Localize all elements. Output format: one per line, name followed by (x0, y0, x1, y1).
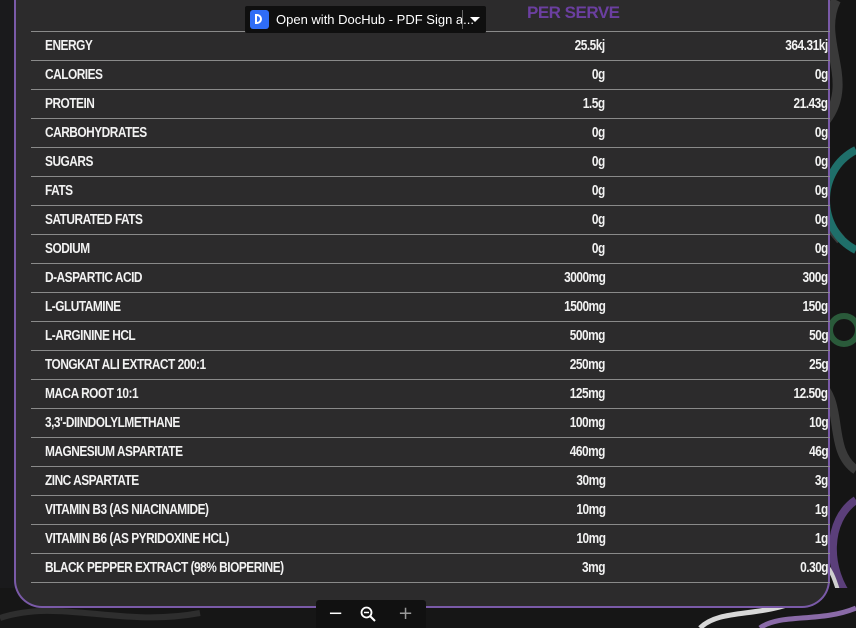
nutrition-row: ZINC ASPARTATE 30mg 3g (31, 466, 830, 495)
nutrient-name: MAGNESIUM ASPARTATE (45, 444, 183, 460)
magnifier-icon[interactable] (360, 606, 376, 627)
nutrient-name: SUGARS (45, 154, 93, 170)
per-100g-value: 3g (815, 473, 828, 489)
nutrient-name: TONGKAT ALI EXTRACT 200:1 (45, 357, 206, 373)
per-serve-value: 0g (592, 212, 605, 228)
per-serve-value: 10mg (575, 502, 606, 518)
per-serve-value: 30mg (575, 473, 606, 489)
nutrition-row: D-ASPARTIC ACID 3000mg 300g (31, 263, 830, 292)
nutrient-name: BLACK PEPPER EXTRACT (98% BIOPERINE) (45, 560, 284, 576)
nutrition-row: L-GLUTAMINE 1500mg 150g (31, 292, 830, 321)
divider (462, 10, 463, 29)
nutrition-table: ENERGY 25.5kj 364.31kj CALORIES 0g 0g PROTEIN 1… (31, 31, 830, 583)
per-serve-value: 125mg (569, 386, 606, 402)
per-100g-value: 0g (815, 241, 828, 257)
per-100g-value: 0g (815, 183, 828, 199)
nutrient-name: SATURATED FATS (45, 212, 143, 228)
nutrition-row: BLACK PEPPER EXTRACT (98% BIOPERINE) 3mg 0… (31, 553, 830, 583)
nutrition-row: CALORIES 0g 0g (31, 60, 830, 89)
per-serve-value: 25.5kj (574, 38, 606, 54)
per-100g-value: 0g (815, 154, 828, 170)
per-100g-value: 150g (802, 299, 829, 315)
per-serve-value: 1.5g (583, 96, 605, 112)
per-100g-value: 0g (815, 67, 828, 83)
nutrient-name: D-ASPARTIC ACID (45, 270, 142, 286)
per-serve-value: 250mg (569, 357, 606, 373)
per-serve-value: 100mg (569, 415, 606, 431)
per-serve-value: 0g (592, 154, 605, 170)
per-serve-value: 1500mg (563, 299, 606, 315)
per-serve-value: 0g (592, 241, 605, 257)
nutrient-name: VITAMIN B6 (AS PYRIDOXINE HCL) (45, 531, 229, 547)
per-100g-value: 1g (815, 502, 828, 518)
nutrition-row: CARBOHYDRATES 0g 0g (31, 118, 830, 147)
per-100g-value: 12.50g (793, 386, 829, 402)
nutrition-row: SUGARS 0g 0g (31, 147, 830, 176)
nutrient-name: CARBOHYDRATES (45, 125, 147, 141)
per-100g-value: 25g (808, 357, 829, 373)
zoom-out-button[interactable]: − (328, 604, 343, 624)
per-serve-value: 460mg (569, 444, 606, 460)
nutrient-name: CALORIES (45, 67, 103, 83)
nutrition-panel: PER SERVE ENERGY 25.5kj 364.31kj CALORIES 0g… (14, 0, 830, 608)
nutrition-row: TONGKAT ALI EXTRACT 200:1 250mg 25g (31, 350, 830, 379)
per-serve-value: 500mg (569, 328, 606, 344)
per-100g-value: 46g (808, 444, 829, 460)
per-100g-value: 364.31kj (785, 38, 829, 54)
nutrition-row: L-ARGININE HCL 500mg 50g (31, 321, 830, 350)
dochub-logo-icon (250, 10, 269, 29)
per-serve-value: 10mg (575, 531, 606, 547)
nutrient-name: ZINC ASPARTATE (45, 473, 139, 489)
per-serve-value: 3mg (582, 560, 605, 576)
nutrition-row: VITAMIN B3 (AS NIACINAMIDE) 10mg 1g (31, 495, 830, 524)
nutrition-row: PROTEIN 1.5g 21.43g (31, 89, 830, 118)
nutrient-name: MACA ROOT 10:1 (45, 386, 139, 402)
open-with-dochub-label: Open with DocHub - PDF Sign a... (276, 12, 474, 27)
nutrition-row: MACA ROOT 10:1 125mg 12.50g (31, 379, 830, 408)
per-serve-value: 0g (592, 125, 605, 141)
nutrient-name: ENERGY (45, 38, 93, 54)
nutrition-row: 3,3'-DIINDOLYLMETHANE 100mg 10g (31, 408, 830, 437)
per-serve-value: 0g (592, 183, 605, 199)
nutrition-row: ENERGY 25.5kj 364.31kj (31, 31, 830, 60)
chevron-down-icon[interactable] (470, 17, 480, 22)
per-100g-value: 10g (808, 415, 829, 431)
nutrition-row: SATURATED FATS 0g 0g (31, 205, 830, 234)
nutrient-name: 3,3'-DIINDOLYLMETHANE (45, 415, 180, 431)
nutrient-name: PROTEIN (45, 96, 95, 112)
per-100g-value: 0.30g (800, 560, 828, 576)
nutrient-name: L-ARGININE HCL (45, 328, 136, 344)
nutrition-row: SODIUM 0g 0g (31, 234, 830, 263)
nutrition-row: MAGNESIUM ASPARTATE 460mg 46g (31, 437, 830, 466)
nutrition-row: FATS 0g 0g (31, 176, 830, 205)
nutrient-name: VITAMIN B3 (AS NIACINAMIDE) (45, 502, 209, 518)
zoom-toolbar: − + (316, 600, 426, 628)
per-100g-value: 21.43g (793, 96, 829, 112)
per-100g-value: 300g (802, 270, 829, 286)
zoom-in-button[interactable]: + (398, 604, 413, 624)
nutrient-name: FATS (45, 183, 73, 199)
nutrient-name: L-GLUTAMINE (45, 299, 121, 315)
nutrient-name: SODIUM (45, 241, 90, 257)
per-100g-value: 50g (808, 328, 829, 344)
per-100g-value: 1g (815, 531, 828, 547)
per-100g-value: 0g (815, 125, 828, 141)
per-serve-value: 3000mg (563, 270, 606, 286)
per-100g-value: 0g (815, 212, 828, 228)
per-serve-value: 0g (592, 67, 605, 83)
per-serve-header: PER SERVE (527, 3, 620, 22)
nutrition-row: VITAMIN B6 (AS PYRIDOXINE HCL) 10mg 1g (31, 524, 830, 553)
open-with-dochub-button[interactable]: Open with DocHub - PDF Sign a... (245, 6, 486, 33)
